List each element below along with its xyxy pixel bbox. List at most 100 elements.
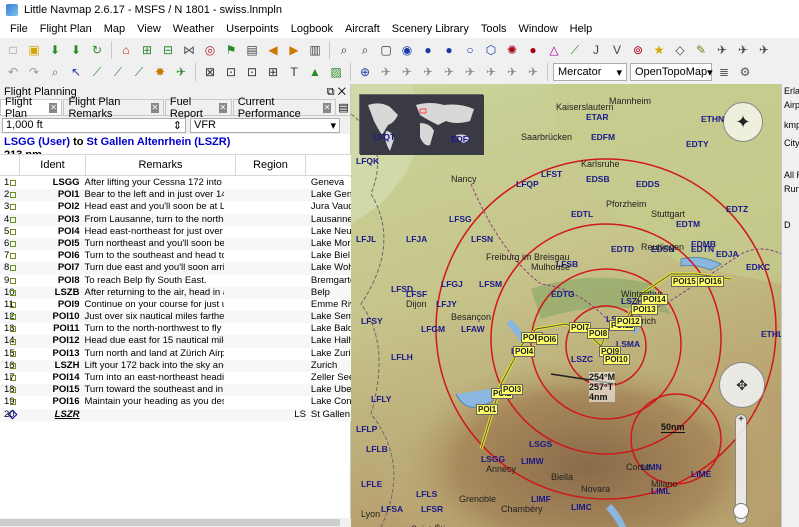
- map-airport-label[interactable]: LFSN: [471, 234, 493, 244]
- map-airport-label[interactable]: EDTL: [571, 209, 593, 219]
- measure-icon[interactable]: ⊞: [264, 63, 282, 81]
- map-airport-label[interactable]: LFJL: [356, 234, 376, 244]
- layers-icon[interactable]: ≣: [715, 63, 733, 81]
- map-airport-label[interactable]: EDTY: [686, 139, 709, 149]
- map-airport-label[interactable]: LFLP: [356, 424, 377, 434]
- table-row[interactable]: 17 POI14 Turn into an east-northeast headi…: [0, 372, 351, 385]
- destination-link[interactable]: St Gallen Altenrhein (LSZR): [87, 136, 231, 148]
- table-row[interactable]: 13 POI11 Turn to the north-northwest to fl…: [0, 323, 351, 336]
- search-panel-item[interactable]: D: [784, 220, 791, 230]
- menu-map[interactable]: Map: [98, 20, 131, 38]
- plane-6-icon[interactable]: ✈: [482, 63, 500, 81]
- menu-tools[interactable]: Tools: [475, 20, 513, 38]
- map-airport-label[interactable]: EDJA: [716, 249, 739, 259]
- table-row[interactable]: 8POI7Turn due east and you'll soon arriv…: [0, 262, 351, 275]
- map-waypoint-label[interactable]: POI15: [671, 276, 698, 287]
- menu-aircraft[interactable]: Aircraft: [339, 20, 386, 38]
- map-waypoint-label[interactable]: POI12: [615, 316, 642, 327]
- table-row[interactable]: 19POI16Maintain your heading as you desc…: [0, 396, 351, 409]
- home-icon[interactable]: ⌂: [117, 41, 135, 59]
- airport-small-icon[interactable]: ●: [440, 41, 458, 59]
- map-airport-label[interactable]: LFLB: [366, 444, 388, 454]
- map-airport-label[interactable]: EDTM: [676, 219, 700, 229]
- map-airport-label[interactable]: EDFI: [451, 134, 470, 144]
- airway2-icon[interactable]: J: [587, 41, 605, 59]
- bars-icon[interactable]: ▤: [243, 41, 261, 59]
- map-waypoint-label[interactable]: POI6: [536, 334, 559, 345]
- compass-icon[interactable]: ✦: [723, 102, 763, 142]
- table-row[interactable]: 4POI3From Lausanne, turn to the north-no…: [0, 213, 351, 226]
- download-icon[interactable]: ⬇: [46, 41, 64, 59]
- map-waypoint-label[interactable]: POI14: [641, 294, 668, 305]
- map-airport-label[interactable]: LSGS: [529, 439, 552, 449]
- map-airport-label[interactable]: LFLY: [371, 394, 391, 404]
- vor-icon[interactable]: ⬡: [482, 41, 500, 59]
- table-row[interactable]: 20LSZRLSSt Gallen A: [0, 408, 351, 421]
- menu-scenery-library[interactable]: Scenery Library: [386, 20, 475, 38]
- aircraft-icon[interactable]: ✈: [713, 41, 731, 59]
- airport-icon[interactable]: ●: [419, 41, 437, 59]
- map-waypoint-label[interactable]: POI3: [501, 384, 524, 395]
- map-waypoint-label[interactable]: POI13: [631, 304, 658, 315]
- spin-icon[interactable]: ⇕: [173, 119, 182, 132]
- compass-icon[interactable]: ◉: [398, 41, 416, 59]
- search-icon[interactable]: ⌕: [335, 41, 353, 59]
- col-region[interactable]: Region: [236, 155, 306, 175]
- image-icon[interactable]: ▨: [327, 63, 345, 81]
- line2-icon[interactable]: ⟋: [109, 63, 127, 81]
- pan-control[interactable]: ✥: [719, 362, 765, 408]
- table-row[interactable]: 15 POI13 Turn north and land at Zürich Air…: [0, 347, 351, 360]
- triangle-icon[interactable]: △: [545, 41, 563, 59]
- table-row[interactable]: 10 LSZB After returning to the air, head i…: [0, 286, 351, 299]
- map-airport-label[interactable]: EDSB: [586, 174, 610, 184]
- magnifier-icon[interactable]: ⌕: [46, 63, 64, 81]
- close-icon[interactable]: ✕: [218, 102, 227, 113]
- map-airport-label[interactable]: EDTZ: [726, 204, 748, 214]
- menu-window[interactable]: Window: [513, 20, 564, 38]
- map-airport-label[interactable]: LFSM: [479, 279, 502, 289]
- map-airport-label[interactable]: EDMB: [691, 239, 716, 249]
- map-airport-label[interactable]: EDTD: [611, 244, 634, 254]
- map-airport-label[interactable]: EDFM: [591, 132, 615, 142]
- line3-icon[interactable]: ⟋: [130, 63, 148, 81]
- col-ident[interactable]: Ident: [20, 155, 86, 175]
- map-view[interactable]: ✦ ✥ + 50nm 254°M 257°T 4nm LFST LFSB LSZH L…: [351, 84, 781, 527]
- horizontal-scrollbar[interactable]: [0, 518, 351, 527]
- menu-userpoints[interactable]: Userpoints: [220, 20, 285, 38]
- table-row[interactable]: 18 POI15 Turn toward the southeast and in …: [0, 384, 351, 397]
- text-icon[interactable]: T: [285, 63, 303, 81]
- save-icon[interactable]: ⬇: [67, 41, 85, 59]
- tab-flight-plan[interactable]: Flight Plan ✕: [0, 96, 63, 120]
- map-airport-label[interactable]: EDDS: [636, 179, 660, 189]
- zoom-slider[interactable]: +: [733, 414, 749, 524]
- map-airport-label[interactable]: LFQT: [373, 132, 395, 142]
- map-airport-label[interactable]: LFJA: [406, 234, 427, 244]
- table-row[interactable]: 3POI2Head east and you'll soon be at Lau…: [0, 201, 351, 214]
- tab-flight-plan-remarks[interactable]: Flight Plan Remarks ✕: [63, 96, 164, 120]
- map-waypoint-label[interactable]: POI16: [697, 276, 724, 287]
- map-airport-label[interactable]: LFSY: [361, 316, 383, 326]
- map-airport-label[interactable]: EDTG: [551, 289, 575, 299]
- ndb-icon[interactable]: ✺: [503, 41, 521, 59]
- table-row[interactable]: 1 LSGG After lifting your Cessna 172 into …: [0, 177, 351, 190]
- map-airport-label[interactable]: LFSG: [449, 214, 472, 224]
- table-row[interactable]: 5POI4Head east-northeast for just over 1…: [0, 225, 351, 238]
- map-airport-label[interactable]: LIME: [691, 469, 711, 479]
- menu-logbook[interactable]: Logbook: [285, 20, 339, 38]
- aircraft-center-icon[interactable]: ✈: [734, 41, 752, 59]
- tab-fuel-report[interactable]: Fuel Report ✕: [164, 96, 232, 120]
- line-icon[interactable]: ⟋: [88, 63, 106, 81]
- map-airport-label[interactable]: LFSF: [406, 289, 427, 299]
- col-remarks[interactable]: Remarks: [86, 155, 236, 175]
- open-icon[interactable]: ▣: [25, 41, 43, 59]
- new-icon[interactable]: □: [4, 41, 22, 59]
- plane-4-icon[interactable]: ✈: [440, 63, 458, 81]
- plane-3-icon[interactable]: ✈: [419, 63, 437, 81]
- back-icon[interactable]: ◀: [264, 41, 282, 59]
- table-row[interactable]: 12 POI10 Just over six nautical miles fart…: [0, 311, 351, 324]
- close-icon[interactable]: ✕: [49, 102, 58, 113]
- plane-8-icon[interactable]: ✈: [524, 63, 542, 81]
- map-airport-label[interactable]: LIMC: [571, 502, 592, 512]
- map-airport-label[interactable]: LFAW: [461, 324, 485, 334]
- search-panel-item[interactable]: Airp: [784, 100, 799, 110]
